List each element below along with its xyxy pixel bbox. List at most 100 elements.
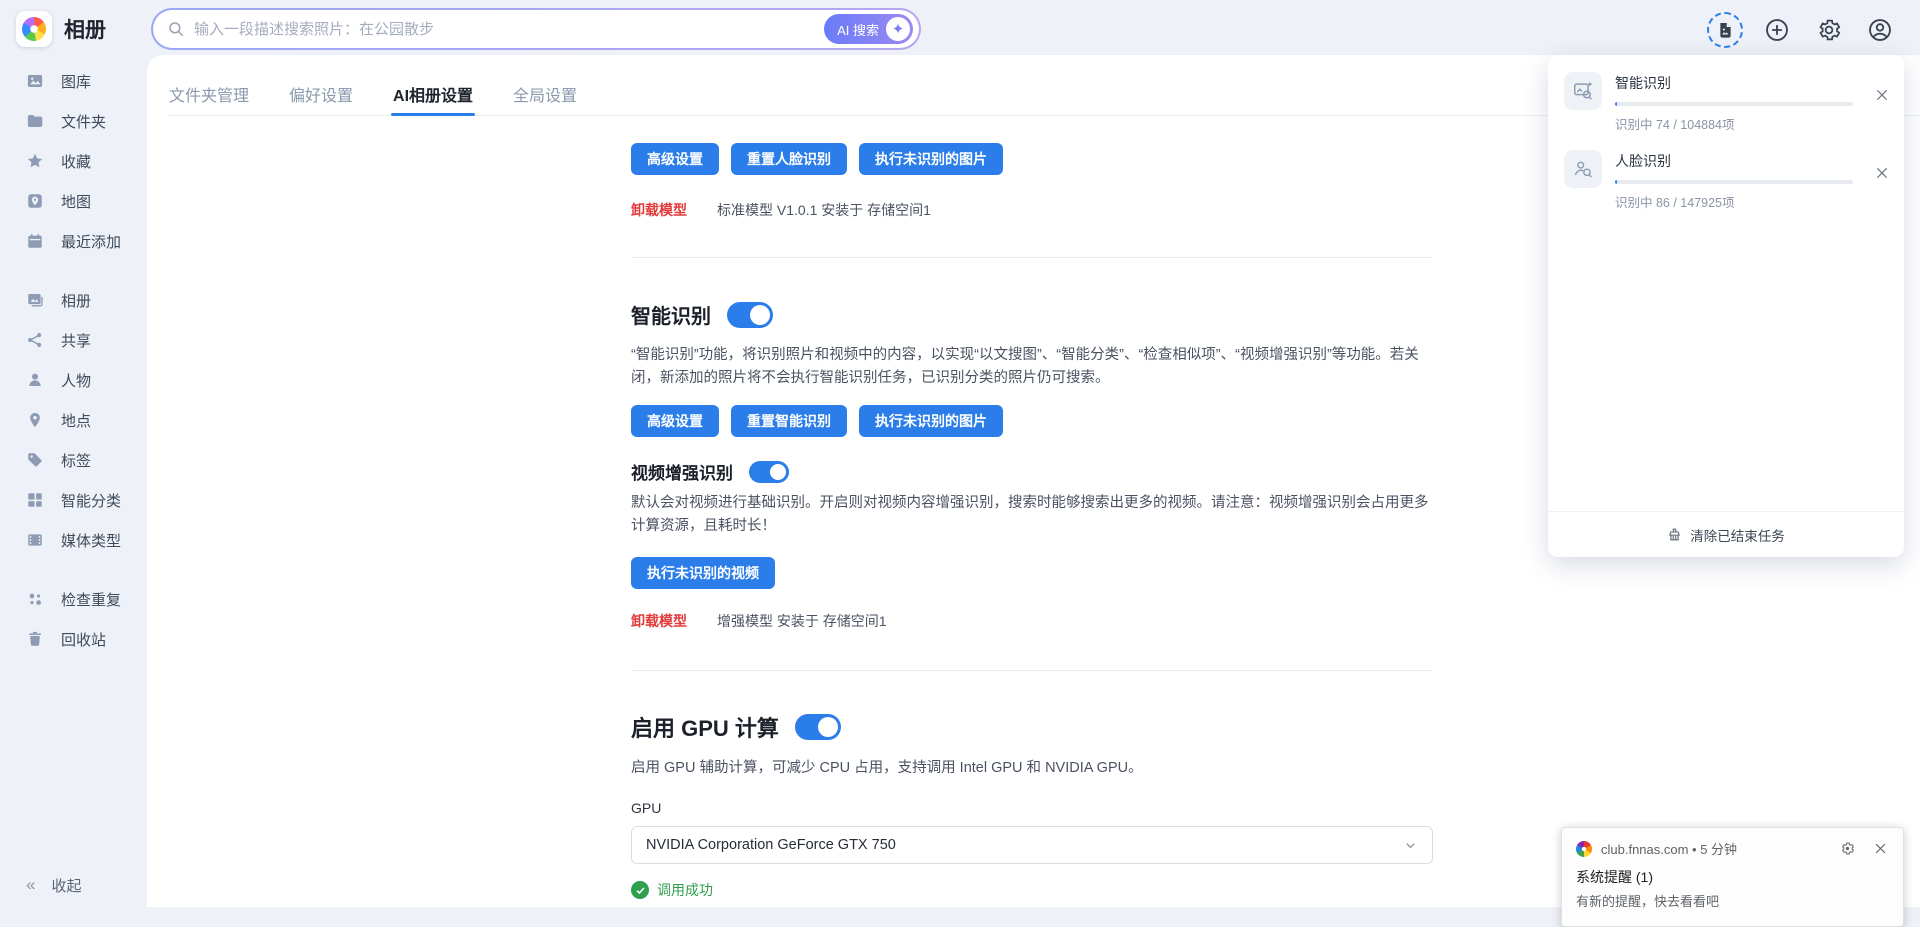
- sidebar-item-places[interactable]: 地点: [0, 400, 147, 440]
- gpu-description: 启用 GPU 辅助计算，可减少 CPU 占用，支持调用 Intel GPU 和 …: [631, 757, 1433, 780]
- system-notification[interactable]: club.fnnas.com • 5 分钟 系统提醒 (1) 有新的提醒，快去看…: [1561, 827, 1904, 927]
- sidebar-item-label: 相册: [61, 290, 91, 311]
- uninstall-model-link[interactable]: 卸载模型: [631, 611, 687, 631]
- gpu-toggle[interactable]: [795, 714, 841, 740]
- trash-icon: [26, 630, 44, 648]
- sidebar-item-label: 最近添加: [61, 231, 121, 252]
- gpu-status-text: 调用成功: [657, 880, 713, 900]
- smart-category-icon: [26, 491, 44, 509]
- section-title: 视频增强识别: [631, 459, 733, 484]
- sidebar-item-media-types[interactable]: 媒体类型: [0, 520, 147, 560]
- app-title: 相册: [64, 14, 106, 44]
- face-search-icon: [1564, 150, 1602, 188]
- sidebar-item-tags[interactable]: 标签: [0, 440, 147, 480]
- search-icon: [167, 20, 185, 38]
- face-model-row: 卸载模型 标准模型 V1.0.1 安装于 存储空间1: [631, 200, 1433, 220]
- sidebar-item-label: 共享: [61, 330, 91, 351]
- clear-finished-tasks-label: 清除已结束任务: [1690, 525, 1785, 545]
- model-info-text: 标准模型 V1.0.1 安装于 存储空间1: [717, 200, 931, 220]
- sidebar-item-label: 标签: [61, 450, 91, 471]
- close-icon[interactable]: [1874, 87, 1890, 103]
- task-item-face-recognition: 人脸识别 识别中 86 / 147925项: [1548, 133, 1904, 211]
- gallery-icon: [26, 72, 44, 90]
- video-model-row: 卸载模型 增强模型 安装于 存储空间1: [631, 611, 1433, 631]
- run-unrecognized-photos-button[interactable]: 执行未识别的图片: [859, 405, 1003, 437]
- gpu-header: 启用 GPU 计算: [631, 711, 1433, 743]
- plus-circle-icon: [1764, 17, 1790, 43]
- video-buttons-row: 执行未识别的视频: [631, 557, 1433, 589]
- section-divider: [631, 257, 1433, 258]
- tab-ai-album-settings[interactable]: AI相册设置: [391, 80, 475, 115]
- account-button[interactable]: [1867, 17, 1893, 43]
- sidebar-item-recycle-bin[interactable]: 回收站: [0, 619, 147, 659]
- tab-folder-management[interactable]: 文件夹管理: [167, 80, 251, 115]
- share-icon: [26, 331, 44, 349]
- user-circle-icon: [1867, 17, 1893, 43]
- video-recognition-toggle[interactable]: [749, 461, 789, 483]
- reset-smart-recognition-button[interactable]: 重置智能识别: [731, 405, 847, 437]
- app-logo-icon: [16, 11, 52, 47]
- sidebar-item-people[interactable]: 人物: [0, 360, 147, 400]
- sidebar-item-label: 图库: [61, 71, 91, 92]
- sidebar-item-smart-categories[interactable]: 智能分类: [0, 480, 147, 520]
- task-name: 人脸识别: [1615, 151, 1886, 171]
- browser-pinwheel-icon: [1576, 841, 1592, 857]
- search-bar[interactable]: AI 搜索 ✦: [151, 8, 921, 50]
- star-icon: [26, 152, 44, 170]
- task-progress-bar: [1615, 180, 1853, 184]
- sidebar-item-check-duplicates[interactable]: 检查重复: [0, 579, 147, 619]
- run-unrecognized-photos-button[interactable]: 执行未识别的图片: [859, 143, 1003, 175]
- sidebar-item-albums[interactable]: 相册: [0, 280, 147, 320]
- tab-preferences[interactable]: 偏好设置: [287, 80, 355, 115]
- video-recognition-header: 视频增强识别: [631, 459, 1433, 484]
- add-button[interactable]: [1764, 17, 1790, 43]
- app-logo-row: 相册: [16, 11, 106, 47]
- sidebar-item-label: 地图: [61, 191, 91, 212]
- reset-face-recognition-button[interactable]: 重置人脸识别: [731, 143, 847, 175]
- advanced-settings-button[interactable]: 高级设置: [631, 405, 719, 437]
- task-progress-bar: [1615, 102, 1853, 106]
- advanced-settings-button[interactable]: 高级设置: [631, 143, 719, 175]
- uninstall-model-link[interactable]: 卸载模型: [631, 200, 687, 220]
- settings-button[interactable]: [1816, 17, 1842, 43]
- sidebar-item-folders[interactable]: 文件夹: [0, 101, 147, 141]
- recent-icon: [26, 232, 44, 250]
- section-divider: [631, 670, 1433, 671]
- sidebar-item-label: 人物: [61, 370, 91, 391]
- sidebar-item-label: 文件夹: [61, 111, 106, 132]
- ai-search-label: AI 搜索: [837, 20, 879, 39]
- task-name: 智能识别: [1615, 73, 1886, 93]
- gpu-select[interactable]: NVIDIA Corporation GeForce GTX 750: [631, 826, 1433, 864]
- smart-recognition-toggle[interactable]: [727, 302, 773, 328]
- face-buttons-row: 高级设置 重置人脸识别 执行未识别的图片: [631, 143, 1433, 175]
- sidebar-item-label: 收藏: [61, 151, 91, 172]
- sidebar-item-favorites[interactable]: 收藏: [0, 141, 147, 181]
- task-progress-button[interactable]: [1707, 12, 1743, 48]
- sidebar-collapse-button[interactable]: « 收起: [26, 869, 81, 901]
- sidebar-item-map[interactable]: 地图: [0, 181, 147, 221]
- settings-content: 高级设置 重置人脸识别 执行未识别的图片 卸载模型 标准模型 V1.0.1 安装…: [631, 116, 1433, 900]
- albums-icon: [26, 291, 44, 309]
- gear-icon: [1816, 17, 1842, 43]
- tab-global-settings[interactable]: 全局设置: [511, 80, 579, 115]
- notification-title: 系统提醒 (1): [1576, 867, 1889, 887]
- smart-recognition-header: 智能识别: [631, 300, 1433, 329]
- notification-settings-icon[interactable]: [1840, 841, 1856, 857]
- ai-search-button[interactable]: AI 搜索 ✦: [824, 14, 913, 44]
- close-icon[interactable]: [1874, 165, 1890, 181]
- sidebar-item-shared[interactable]: 共享: [0, 320, 147, 360]
- sidebar-item-label: 媒体类型: [61, 530, 121, 551]
- sidebar-item-label: 智能分类: [61, 490, 121, 511]
- clear-finished-tasks-button[interactable]: 清除已结束任务: [1548, 511, 1904, 557]
- search-input[interactable]: [194, 21, 824, 38]
- chevron-down-icon: [1403, 838, 1418, 853]
- task-item-smart-recognition: 智能识别 识别中 74 / 104884项: [1548, 55, 1904, 133]
- media-type-icon: [26, 531, 44, 549]
- run-unrecognized-videos-button[interactable]: 执行未识别的视频: [631, 557, 775, 589]
- task-status: 识别中 86 / 147925项: [1615, 192, 1886, 211]
- sidebar: 相册 图库 文件夹 收藏 地图 最近添加: [0, 0, 147, 907]
- notification-close-icon[interactable]: [1873, 841, 1889, 857]
- sidebar-item-gallery[interactable]: 图库: [0, 61, 147, 101]
- section-title: 启用 GPU 计算: [631, 711, 779, 743]
- sidebar-item-recently-added[interactable]: 最近添加: [0, 221, 147, 261]
